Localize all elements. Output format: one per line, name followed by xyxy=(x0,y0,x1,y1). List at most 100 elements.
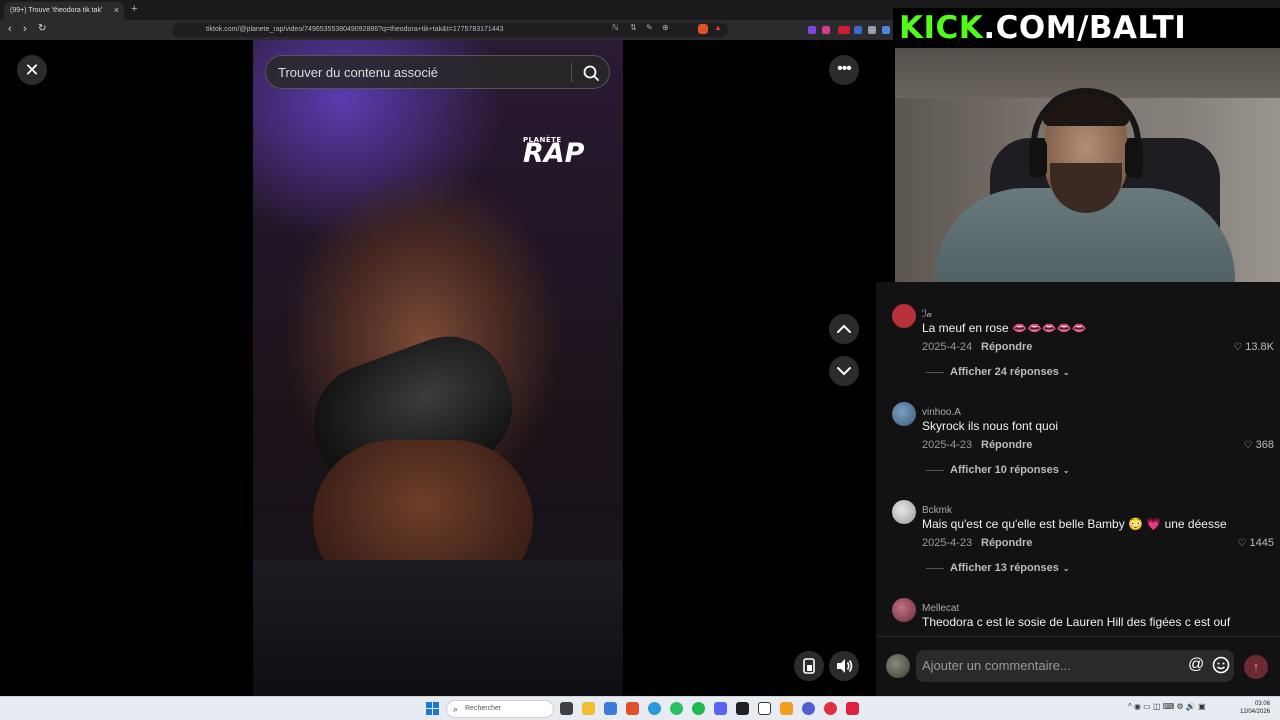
like-button[interactable]: ♡ 1445 xyxy=(1238,537,1274,549)
next-video-button[interactable] xyxy=(829,356,859,386)
system-tray[interactable]: ^ ◉ ▭ ◫ ⌨ ⚙ 🔊 ▣ xyxy=(1128,702,1206,711)
more-options-button[interactable]: ••• xyxy=(829,55,859,85)
chevron-up-icon xyxy=(837,324,851,333)
headset-ear xyxy=(1029,138,1047,178)
volume-button[interactable] xyxy=(829,651,859,681)
avatar[interactable] xyxy=(892,402,916,426)
reply-button[interactable]: Répondre xyxy=(981,439,1032,451)
related-search-input[interactable] xyxy=(278,65,568,80)
shirt-image xyxy=(253,560,623,696)
mini-player-button[interactable] xyxy=(794,651,824,681)
comment-username[interactable]: Mellecat xyxy=(922,603,959,614)
taskbar-clock[interactable]: 03:06 12/04/2026 xyxy=(1240,700,1270,716)
reload-icon[interactable]: ↻ xyxy=(38,23,46,34)
comment-text: La meuf en rose 👄👄👄👄👄 xyxy=(922,321,1087,335)
show-replies-button[interactable]: Afficher 13 réponses ⌄ xyxy=(950,562,1070,574)
avatar[interactable] xyxy=(892,304,916,328)
extension-icon[interactable] xyxy=(854,26,862,34)
comment-text: Skyrock ils nous font quoi xyxy=(922,419,1059,433)
show-replies-button[interactable]: Afficher 24 réponses ⌄ xyxy=(950,366,1070,378)
comment-input[interactable] xyxy=(922,658,1172,673)
windows-start-icon[interactable] xyxy=(426,702,439,715)
comment-item: vinhoo.A Skyrock ils nous font quoi 2025… xyxy=(876,380,1280,478)
extension-icon[interactable] xyxy=(822,26,830,34)
heart-icon: ♡ xyxy=(1233,342,1243,353)
reply-button[interactable]: Répondre xyxy=(981,341,1032,353)
like-button[interactable]: ♡ 13.8K xyxy=(1233,341,1274,353)
heart-icon: ♡ xyxy=(1243,440,1253,451)
notion-icon[interactable] xyxy=(758,702,771,715)
comment-username[interactable]: ℐ𝒶 xyxy=(922,309,932,320)
app-icon[interactable] xyxy=(846,702,859,715)
file-explorer-icon[interactable] xyxy=(582,702,595,715)
chevron-down-icon: ⌄ xyxy=(1062,466,1070,475)
url-bar[interactable]: tiktok.com/@planete_rap/video/7496535538… xyxy=(172,23,728,37)
like-button[interactable]: ♡ 368 xyxy=(1244,439,1274,451)
app-icon[interactable] xyxy=(604,702,617,715)
whatsapp-icon[interactable] xyxy=(670,702,683,715)
extension-icon[interactable] xyxy=(868,26,876,34)
avatar[interactable] xyxy=(886,654,910,678)
comment-username[interactable]: vinhoo.A xyxy=(922,407,961,418)
comment-username[interactable]: Bckmk xyxy=(922,505,952,516)
reply-button[interactable]: Répondre xyxy=(981,537,1032,549)
like-count: 368 xyxy=(1255,439,1274,451)
app-icon[interactable] xyxy=(802,702,815,715)
divider xyxy=(926,372,944,373)
windows-taskbar: ⌕ Rechercher ^ ◉ ▭ ◫ ⌨ ⚙ 🔊 ▣ 03:06 12/04… xyxy=(0,696,1280,720)
edit-icon[interactable]: ✎ xyxy=(646,23,653,32)
chevron-down-icon: ⌄ xyxy=(1062,368,1070,377)
mini-player-icon xyxy=(803,658,815,674)
browser-tab[interactable]: (99+) Trouve 'theodora tik tak' × xyxy=(4,2,124,20)
brave-shield-icon[interactable] xyxy=(698,24,708,34)
obs-icon[interactable] xyxy=(736,702,749,715)
forward-icon[interactable]: › xyxy=(23,23,27,35)
webcam-overlay xyxy=(895,28,1280,282)
volume-icon xyxy=(837,659,853,673)
search-icon[interactable] xyxy=(582,64,600,82)
screen: (99+) Trouve 'theodora tik tak' × + ‹ › … xyxy=(0,0,1280,720)
kick-url-text: KICK.COM/BALTI xyxy=(899,10,1187,46)
back-icon[interactable]: ‹ xyxy=(8,23,12,35)
emoji-icon[interactable] xyxy=(1212,656,1230,674)
comment-text: Mais qu'est ce qu'elle est belle Bamby 😳… xyxy=(922,517,1227,531)
video-player[interactable]: PLANÈTE RAP xyxy=(253,40,623,696)
brave-browser-icon[interactable] xyxy=(626,702,639,715)
avatar[interactable] xyxy=(892,598,916,622)
mention-icon[interactable]: @ xyxy=(1188,656,1204,674)
app-icon[interactable] xyxy=(824,702,837,715)
tab-title: (99+) Trouve 'theodora tik tak' xyxy=(10,7,103,14)
comment-date: 2025-4-23 xyxy=(922,537,973,549)
comment-input-bar: @ ↑ xyxy=(876,636,1280,696)
divider xyxy=(926,470,944,471)
telegram-icon[interactable] xyxy=(648,702,661,715)
comment-input-wrapper: @ xyxy=(916,650,1234,682)
translate-icon[interactable]: ℕ xyxy=(612,23,618,32)
search-icon: ⌕ xyxy=(453,704,459,714)
spotify-icon[interactable] xyxy=(692,702,705,715)
send-button[interactable]: ↑ xyxy=(1244,655,1268,679)
comment-item: Mellecat Theodora c est le sosie de Laur… xyxy=(876,576,1280,636)
new-tab-button[interactable]: + xyxy=(131,3,137,15)
taskbar-search-label: Rechercher xyxy=(465,705,502,712)
zoom-icon[interactable]: ⊕ xyxy=(662,23,669,32)
headset-ear xyxy=(1125,138,1143,178)
extension-icon[interactable] xyxy=(808,26,816,34)
avatar[interactable] xyxy=(892,500,916,524)
extension-icon[interactable] xyxy=(882,26,890,34)
share-icon[interactable]: ⇅ xyxy=(630,23,637,32)
close-button[interactable]: ✕ xyxy=(17,55,47,85)
task-view-icon[interactable] xyxy=(560,702,573,715)
app-icon[interactable] xyxy=(780,702,793,715)
tab-close-icon[interactable]: × xyxy=(114,5,119,15)
heart-icon: ♡ xyxy=(1237,538,1247,549)
show-replies-button[interactable]: Afficher 10 réponses ⌄ xyxy=(950,464,1070,476)
search-divider xyxy=(571,63,572,82)
discord-icon[interactable] xyxy=(714,702,727,715)
previous-video-button[interactable] xyxy=(829,314,859,344)
rewards-icon[interactable]: ▲ xyxy=(714,23,722,32)
extension-icon[interactable] xyxy=(838,26,850,34)
taskbar-search[interactable]: ⌕ Rechercher xyxy=(446,700,554,718)
divider xyxy=(926,568,944,569)
comments-panel: ℐ𝒶 La meuf en rose 👄👄👄👄👄 2025-4-24 Répon… xyxy=(876,282,1280,636)
